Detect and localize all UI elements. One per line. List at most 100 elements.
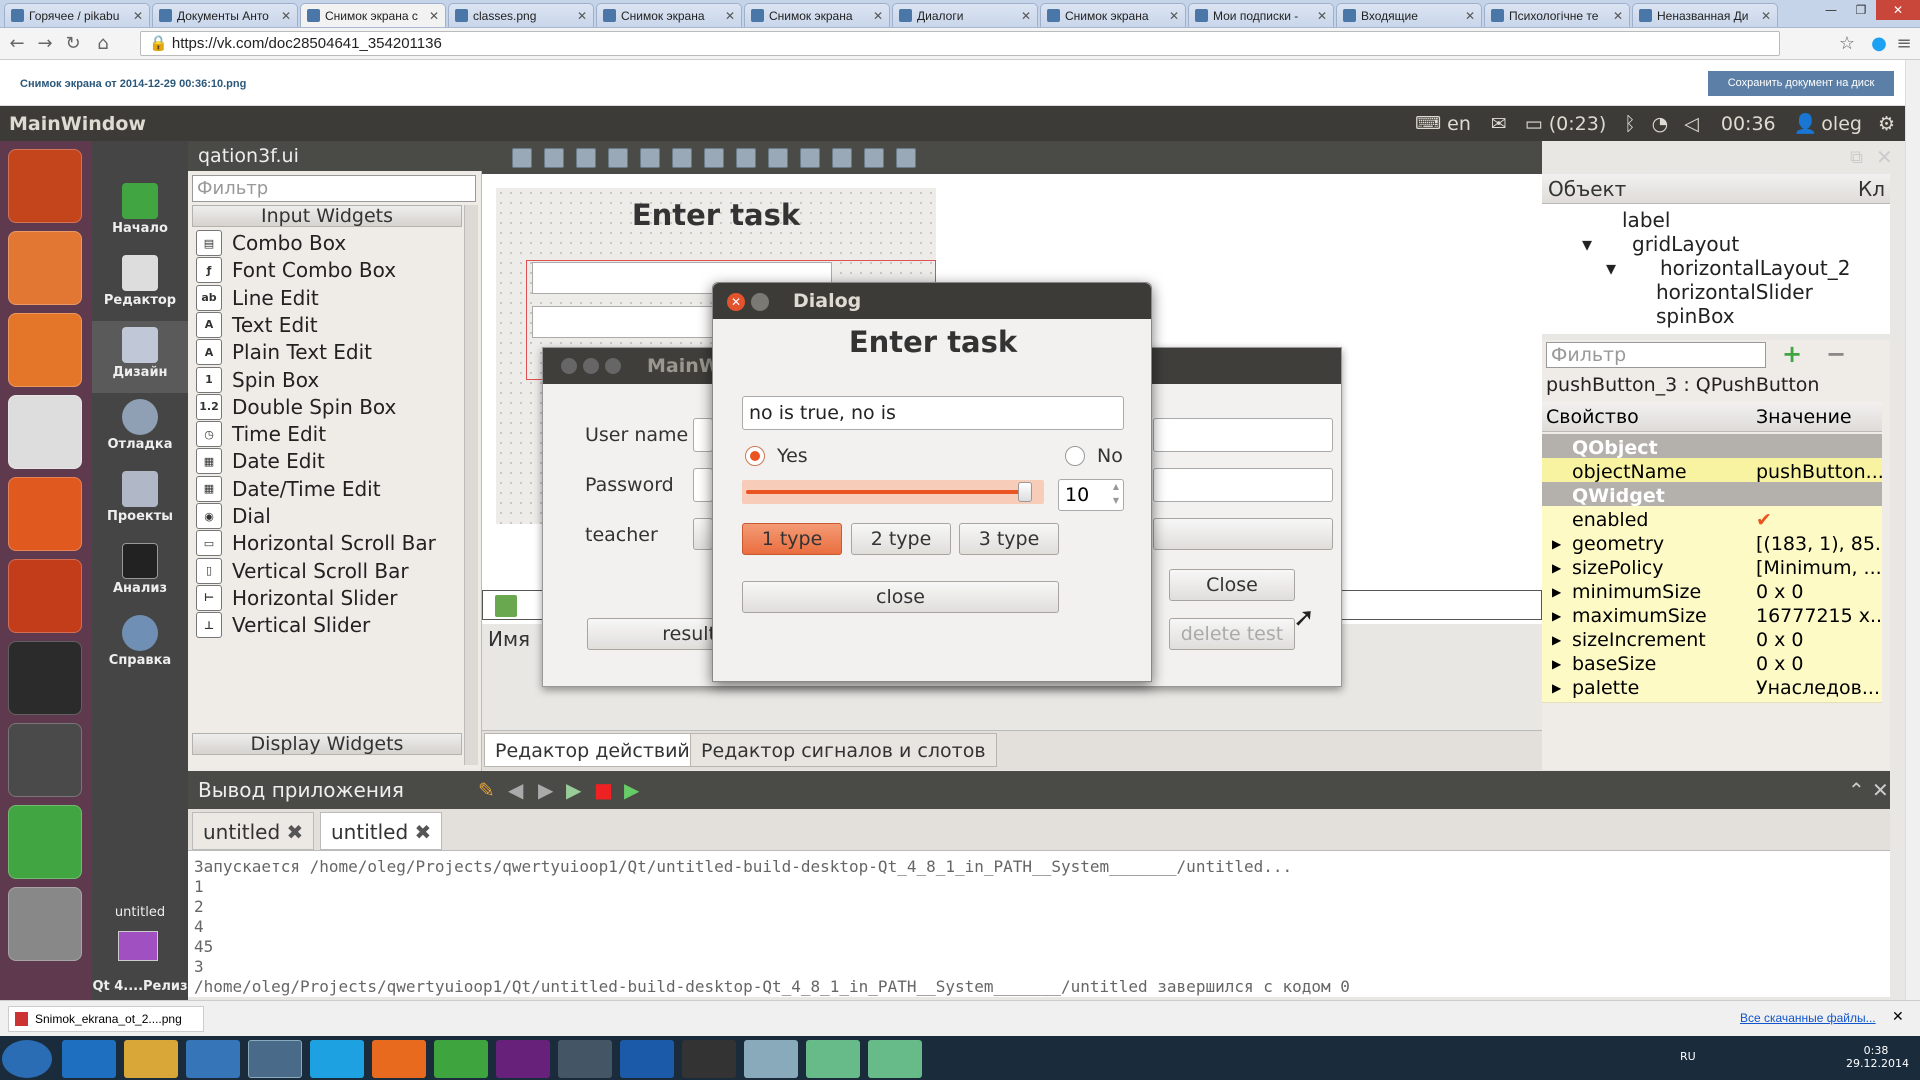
close-tab-icon[interactable]: ✕ <box>1761 9 1771 23</box>
designer-tool-icon[interactable] <box>512 148 532 168</box>
no-radio[interactable] <box>1065 446 1085 466</box>
mode-edit[interactable]: Редактор <box>92 249 188 321</box>
all-downloads-link[interactable]: Все скачанные файлы... <box>1740 1011 1876 1025</box>
widget-filter-input[interactable]: Фильтр <box>192 175 476 202</box>
tab-signal-slot-editor[interactable]: Редактор сигналов и слотов <box>690 733 997 767</box>
spin-arrows-icon[interactable]: ▲ ▼ <box>1113 480 1119 508</box>
close-tab-icon[interactable]: ✕ <box>281 9 291 23</box>
delete-test-button[interactable]: delete test <box>1169 618 1295 650</box>
window-icon[interactable] <box>868 1040 922 1078</box>
browser-tab[interactable]: Снимок экрана ✕ <box>1040 3 1186 27</box>
browser-tab[interactable]: Снимок экрана ✕ <box>596 3 742 27</box>
designer-tool-icon[interactable] <box>576 148 596 168</box>
maximize-panel-icon[interactable]: ⌃ <box>1848 771 1865 809</box>
chrome-icon[interactable] <box>248 1040 302 1078</box>
maximize-icon[interactable] <box>605 358 621 374</box>
back-icon[interactable]: ← <box>6 33 28 54</box>
remove-property-icon[interactable]: − <box>1826 340 1846 368</box>
designer-tool-icon[interactable] <box>544 148 564 168</box>
widget-item[interactable]: ▤ Combo Box <box>196 228 346 258</box>
widget-item[interactable]: ⊢ Horizontal Slider <box>196 583 398 613</box>
designer-tool-icon[interactable] <box>608 148 628 168</box>
skype-icon[interactable]: ● <box>1868 33 1890 54</box>
browser-tab[interactable]: classes.png ✕ <box>448 3 594 27</box>
browser-tab[interactable]: Психологічне те ✕ <box>1484 3 1630 27</box>
widget-item[interactable]: ab Line Edit <box>196 283 319 313</box>
forward-icon[interactable]: → <box>34 33 56 54</box>
wifi-icon[interactable]: ◔ <box>1652 113 1669 135</box>
widget-item[interactable]: ⊥ Vertical Slider <box>196 610 370 640</box>
next-icon[interactable]: ▶ <box>538 771 553 809</box>
minimize-icon[interactable] <box>583 358 599 374</box>
volume-icon[interactable]: ◁ <box>1684 113 1699 135</box>
widget-item[interactable]: ▯ Vertical Scroll Bar <box>196 556 409 586</box>
property-row[interactable]: ▶ palette Унаследов... <box>1542 674 1882 703</box>
browser-tab[interactable]: Диалоги ✕ <box>892 3 1038 27</box>
mode-welcome[interactable]: Начало <box>92 177 188 249</box>
window-icon[interactable] <box>806 1040 860 1078</box>
expand-icon[interactable]: ▶ <box>1552 674 1561 703</box>
firefox-icon[interactable] <box>8 313 82 387</box>
ui-file-selector[interactable]: qation3f.ui <box>188 141 482 171</box>
bluetooth-icon[interactable]: ᛒ <box>1624 113 1635 135</box>
user-name[interactable]: oleg <box>1821 113 1862 135</box>
designer-tool-icon[interactable] <box>704 148 724 168</box>
battery-icon[interactable]: ▭ <box>1525 113 1543 135</box>
tab-action-editor[interactable]: Редактор действий <box>484 733 701 767</box>
reload-icon[interactable]: ↻ <box>62 33 84 54</box>
stop-icon[interactable]: ■ <box>594 771 613 809</box>
result-button[interactable]: result <box>587 618 717 650</box>
close-tab-icon[interactable]: ✕ <box>873 9 883 23</box>
dialog-close-button[interactable]: close <box>742 581 1059 613</box>
close-tab-icon[interactable]: ✕ <box>1169 9 1179 23</box>
minimize-icon[interactable]: — <box>1816 0 1846 20</box>
help-icon[interactable] <box>8 887 82 961</box>
mode-debug[interactable]: Отладка <box>92 393 188 465</box>
menu-icon[interactable]: ≡ <box>1893 33 1915 54</box>
battery-time[interactable]: (0:23) <box>1549 113 1607 135</box>
close-tab-icon[interactable]: ✕ <box>1317 9 1327 23</box>
qt-creator-icon[interactable] <box>8 805 82 879</box>
prev-icon[interactable]: ◀ <box>508 771 523 809</box>
category-display-widgets[interactable]: Display Widgets <box>192 733 462 755</box>
tree-item-slider[interactable]: horizontalSlider <box>1656 280 1813 304</box>
widget-item[interactable]: ◷ Time Edit <box>196 419 326 449</box>
save-to-disk-button[interactable]: Сохранить документ на диск <box>1708 71 1894 96</box>
close-tab-icon[interactable]: ✕ <box>725 9 735 23</box>
debug-run-icon[interactable]: ▶ <box>624 771 639 809</box>
designer-tool-icon[interactable] <box>672 148 692 168</box>
media-icon[interactable] <box>186 1040 240 1078</box>
designer-tool-icon[interactable] <box>896 148 916 168</box>
output-tab-active[interactable]: untitled ✖ <box>320 812 443 850</box>
output-tab[interactable]: untitled ✖ <box>192 812 315 850</box>
close-panel-icon[interactable]: ✕ <box>1872 771 1889 809</box>
widget-item[interactable]: ƒ Font Combo Box <box>196 255 396 285</box>
mode-design[interactable]: Дизайн <box>92 321 188 393</box>
run-icon[interactable]: ▶ <box>566 771 581 809</box>
tree-item-spinbox[interactable]: spinBox <box>1656 304 1735 328</box>
mail-icon[interactable]: ✉ <box>1491 113 1507 135</box>
close-icon[interactable] <box>561 358 577 374</box>
widget-item[interactable]: ▭ Horizontal Scroll Bar <box>196 528 436 558</box>
browser-tab[interactable]: Документы Анто ✕ <box>152 3 298 27</box>
dialog-minimize-icon[interactable] <box>751 293 769 311</box>
designer-tool-icon[interactable] <box>800 148 820 168</box>
mode-projects[interactable]: Проекты <box>92 465 188 537</box>
maximize-icon[interactable]: ❐ <box>1846 0 1876 20</box>
widget-item[interactable]: A Plain Text Edit <box>196 337 372 367</box>
origin-icon[interactable] <box>372 1040 426 1078</box>
lang-indicator[interactable]: en <box>1447 113 1471 135</box>
skype-icon[interactable] <box>310 1040 364 1078</box>
widget-item[interactable]: ▦ Date Edit <box>196 446 325 476</box>
browser-tab[interactable]: Входящие ✕ <box>1336 3 1482 27</box>
clock[interactable]: 00:36 <box>1721 113 1776 135</box>
build-kit-label[interactable]: Qt 4....Релиз <box>92 979 188 994</box>
keyboard-icon[interactable]: ⌨ <box>1415 113 1441 134</box>
close-tab-icon[interactable]: ✕ <box>133 9 143 23</box>
task-slider[interactable] <box>742 480 1044 504</box>
clear-icon[interactable]: ✎ <box>478 771 495 809</box>
ie-icon[interactable] <box>62 1040 116 1078</box>
designer-tool-icon[interactable] <box>832 148 852 168</box>
mode-help[interactable]: Справка <box>92 609 188 681</box>
url-input[interactable]: 🔒 https://vk.com/doc28504641_354201136 <box>140 31 1780 56</box>
